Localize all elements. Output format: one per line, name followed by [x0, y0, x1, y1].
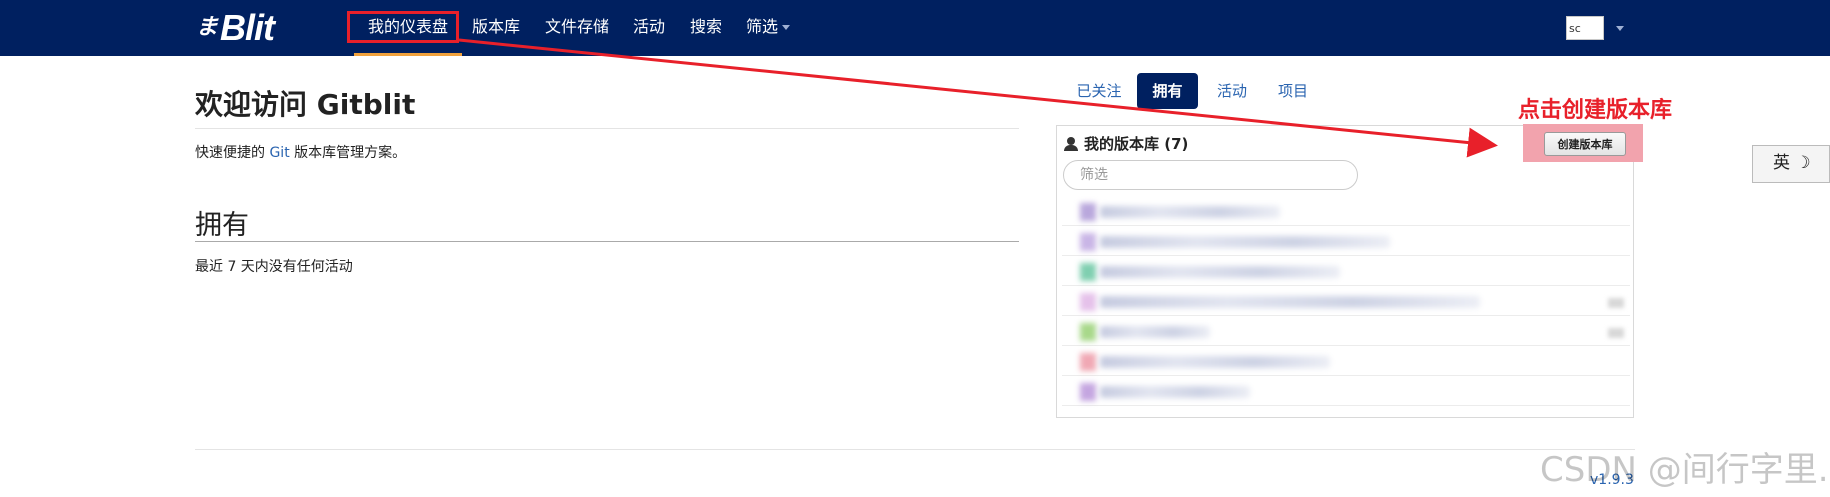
- ime-indicator[interactable]: 英 ☽: [1752, 145, 1830, 183]
- watermark: CSDN @间行字里.: [1540, 450, 1829, 490]
- annotation-arrow: [458, 38, 1498, 158]
- divider: [195, 449, 1635, 450]
